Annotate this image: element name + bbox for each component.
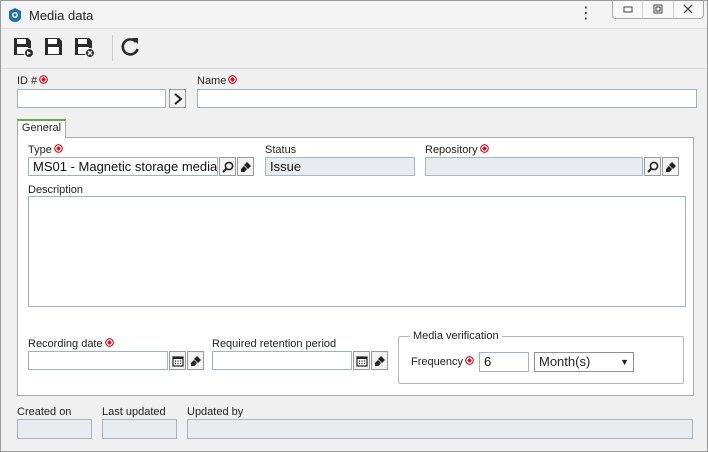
repository-search-button[interactable] (644, 157, 661, 176)
search-icon (646, 161, 658, 173)
created-on-label: Created on (17, 406, 72, 418)
status-field: Issue (265, 157, 415, 176)
status-label: Status (265, 144, 297, 156)
created-on-field (17, 419, 92, 439)
repository-label: Repository (425, 144, 489, 156)
frequency-label: Frequency (411, 356, 474, 368)
description-label: Description (28, 184, 84, 196)
frequency-unit-value: Month(s) (539, 354, 591, 369)
frequency-input[interactable]: 6 (479, 352, 529, 372)
recording-date-label: Recording date (28, 338, 114, 350)
updated-by-label: Updated by (187, 406, 244, 418)
save-icon (45, 38, 62, 55)
retention-period-input[interactable] (212, 351, 352, 370)
description-textarea[interactable] (28, 196, 686, 307)
media-data-window: Media data ⋮ ID # Name General Type MS01… (0, 0, 708, 452)
retention-period-calendar-button[interactable] (353, 351, 370, 370)
type-input[interactable]: MS01 - Magnetic storage media (28, 157, 218, 176)
toolbar-separator (112, 35, 113, 61)
tab-general[interactable]: General (17, 119, 66, 138)
save-button[interactable] (42, 35, 66, 59)
required-icon (479, 144, 489, 153)
type-search-button[interactable] (219, 157, 236, 176)
save-and-close-button[interactable] (72, 35, 96, 59)
maximize-button[interactable] (643, 1, 674, 17)
title-bar[interactable]: Media data ⋮ (1, 1, 707, 29)
required-icon (54, 144, 63, 153)
id-label: ID # (17, 75, 49, 87)
retention-period-label: Required retention period (212, 338, 337, 350)
app-icon (9, 8, 21, 22)
save-and-close-icon (75, 38, 95, 58)
frequency-unit-select[interactable]: Month(s) ▼ (534, 352, 634, 372)
eraser-icon (240, 161, 251, 172)
type-label: Type (28, 144, 63, 156)
type-clear-button[interactable] (237, 157, 254, 176)
updated-by-field (187, 419, 693, 439)
close-button[interactable] (674, 1, 703, 17)
minimize-button[interactable] (613, 1, 644, 17)
required-icon (104, 338, 114, 347)
refresh-button[interactable] (118, 35, 142, 59)
dropdown-arrow-icon: ▼ (620, 357, 629, 367)
save-and-new-icon (14, 38, 34, 58)
eraser-icon (374, 355, 385, 366)
search-icon (221, 161, 233, 173)
required-icon (228, 75, 238, 84)
calendar-icon (171, 355, 184, 367)
name-label: Name (197, 75, 238, 87)
repository-input[interactable] (425, 157, 643, 176)
recording-date-clear-button[interactable] (187, 351, 204, 370)
close-icon (683, 4, 693, 14)
save-and-new-button[interactable] (11, 35, 35, 59)
minimize-icon (623, 6, 633, 13)
recording-date-calendar-button[interactable] (169, 351, 186, 370)
name-input[interactable] (197, 89, 697, 108)
required-icon (39, 75, 49, 84)
more-options-icon[interactable]: ⋮ (578, 6, 594, 23)
calendar-icon (355, 355, 368, 367)
retention-period-clear-button[interactable] (371, 351, 388, 370)
id-input[interactable] (17, 89, 166, 108)
window-title: Media data (29, 8, 94, 23)
window-controls (612, 1, 704, 19)
eraser-icon (665, 161, 676, 172)
next-id-button[interactable] (169, 89, 186, 108)
maximize-icon (653, 4, 663, 14)
repository-clear-button[interactable] (662, 157, 679, 176)
recording-date-input[interactable] (28, 351, 168, 370)
toolbar (1, 29, 707, 69)
required-icon (465, 356, 474, 365)
last-updated-label: Last updated (102, 406, 166, 418)
arrow-right-icon (173, 92, 183, 105)
last-updated-field (102, 419, 177, 439)
eraser-icon (190, 355, 201, 366)
media-verification-legend: Media verification (410, 330, 502, 342)
refresh-icon (121, 38, 139, 56)
